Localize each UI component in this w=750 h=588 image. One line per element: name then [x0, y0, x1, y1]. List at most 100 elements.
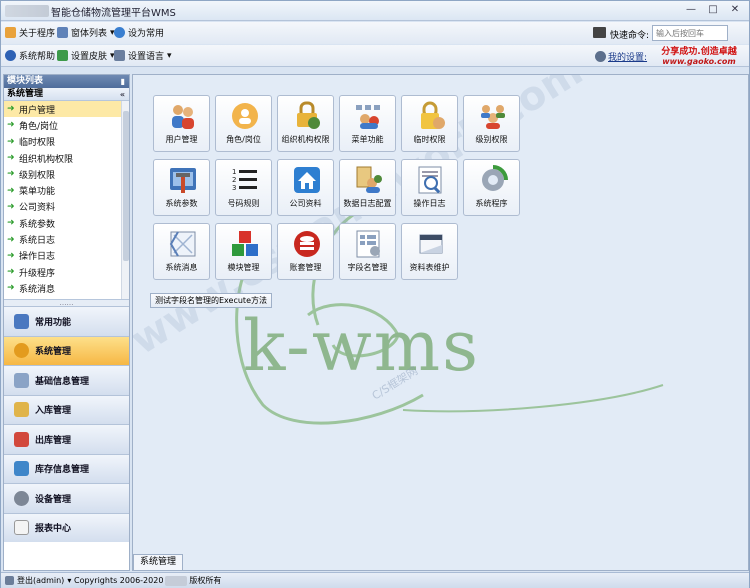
- modules-icon: [232, 231, 258, 256]
- tile-modules[interactable]: 模块管理: [215, 223, 272, 280]
- tile-parameters[interactable]: 系统参数: [153, 159, 210, 216]
- chevron-down-icon: ▾: [67, 576, 72, 585]
- test-execute-button[interactable]: 测试字段名管理的Execute方法: [150, 293, 272, 308]
- quick-command-input[interactable]: [652, 25, 728, 41]
- copyright-text: Copyrights 2006-2020 版权所有: [74, 575, 222, 586]
- tile-account-sets[interactable]: 账套管理: [277, 223, 334, 280]
- tree-item-operation-log[interactable]: ➜ 操作日志: [4, 248, 129, 264]
- refresh-icon: [114, 27, 125, 38]
- collapse-icon[interactable]: «: [120, 88, 125, 101]
- svg-text:1: 1: [232, 168, 236, 176]
- tree-item-menu[interactable]: ➜ 菜单功能: [4, 182, 129, 198]
- nav-basic-info[interactable]: 基础信息管理: [4, 365, 129, 395]
- pin-icon[interactable]: ▮: [121, 75, 125, 88]
- bar-chart-icon: [14, 461, 29, 477]
- outbound-icon: [14, 431, 29, 447]
- arrow-right-icon: ➜: [7, 218, 15, 229]
- tile-system-program[interactable]: 系统程序: [463, 159, 520, 216]
- app-logo: [5, 5, 49, 17]
- tree-item-parameters[interactable]: ➜ 系统参数: [4, 215, 129, 231]
- main-toolbar: 关于程序 窗体列表 ▾ 设为常用 快速命令:: [1, 22, 749, 44]
- quick-command-label: 快速命令:: [610, 31, 650, 41]
- secondary-toolbar: 系统帮助 设置皮肤 ▾ 设置语言 ▾ 我的设置: 分享成功.创造卓越 www.g…: [1, 45, 749, 67]
- tree-item-users[interactable]: ➜ 用户管理: [4, 101, 129, 118]
- window-list-button[interactable]: 窗体列表 ▾: [57, 26, 115, 39]
- brand-slogan: 分享成功.创造卓越 www.gaoko.com: [661, 47, 737, 66]
- tile-data-log-config[interactable]: 数据日志配置: [339, 159, 396, 216]
- table-maintain-icon: [419, 234, 443, 254]
- tree-item-org-permission[interactable]: ➜ 组织机构权限: [4, 150, 129, 166]
- close-button[interactable]: ✕: [727, 4, 743, 17]
- home-icon: [294, 167, 320, 193]
- nav-common-functions[interactable]: 常用功能: [4, 306, 129, 336]
- app-window: 智能仓储物流管理平台WMS — □ ✕ 关于程序 窗体列表 ▾ 设为常用 快速命…: [0, 0, 750, 588]
- help-button[interactable]: 系统帮助: [5, 49, 55, 62]
- about-button[interactable]: 关于程序: [5, 26, 55, 39]
- tree-scrollbar[interactable]: [121, 101, 129, 299]
- maximize-button[interactable]: □: [705, 4, 721, 17]
- minimize-button[interactable]: —: [683, 4, 699, 17]
- nav-outbound[interactable]: 出库管理: [4, 424, 129, 454]
- tile-company[interactable]: 公司资料: [277, 159, 334, 216]
- tree-item-upgrade[interactable]: ➜ 升级程序: [4, 264, 129, 280]
- menu-icon: [356, 105, 380, 129]
- arrow-right-icon: ➜: [7, 250, 15, 261]
- arrow-right-icon: ➜: [7, 267, 15, 278]
- title-bar: 智能仓储物流管理平台WMS — □ ✕: [1, 1, 749, 21]
- nav-report-center[interactable]: 报表中心: [4, 512, 129, 542]
- chevron-down-icon: ▾: [167, 50, 172, 61]
- arrow-right-icon: ➜: [7, 201, 15, 212]
- splitter-grip[interactable]: ……: [4, 299, 129, 307]
- tile-level-permission[interactable]: 级别权限: [463, 95, 520, 152]
- tree-item-roles[interactable]: ➜ 角色/岗位: [4, 117, 129, 133]
- scroll-thumb[interactable]: [123, 111, 129, 261]
- window-icon: [57, 27, 68, 38]
- arrow-right-icon: ➜: [7, 234, 15, 245]
- language-button[interactable]: 设置语言 ▾: [114, 49, 172, 62]
- command-icon: [593, 27, 606, 38]
- data-log-icon: [356, 166, 382, 193]
- tile-number-rules[interactable]: 1 2 3 号码规则: [215, 159, 272, 216]
- tile-temp-permission[interactable]: 临时权限: [401, 95, 458, 152]
- arrow-right-icon: ➜: [7, 120, 15, 131]
- user-role-icon: [232, 103, 258, 129]
- tree-item-company[interactable]: ➜ 公司资料: [4, 199, 129, 215]
- my-settings-link[interactable]: 我的设置:: [608, 50, 647, 63]
- users-icon: [172, 105, 194, 129]
- document-icon: [14, 520, 29, 536]
- tile-roles[interactable]: 角色/岗位: [215, 95, 272, 152]
- nav-inbound[interactable]: 入库管理: [4, 394, 129, 424]
- numbered-list-icon: 1 2 3: [232, 168, 257, 192]
- tile-operation-log[interactable]: 操作日志: [401, 159, 458, 216]
- tree-item-messages[interactable]: ➜ 系统消息: [4, 280, 129, 296]
- tile-users[interactable]: 用户管理: [153, 95, 210, 152]
- gear-icon: [14, 343, 29, 359]
- search-icon: [14, 372, 29, 388]
- tile-table-maintenance[interactable]: 资料表维护: [401, 223, 458, 280]
- tile-menu[interactable]: 菜单功能: [339, 95, 396, 152]
- section-header[interactable]: 系统管理 «: [4, 88, 129, 101]
- tile-field-names[interactable]: 字段名管理: [339, 223, 396, 280]
- tree-item-temp-permission[interactable]: ➜ 临时权限: [4, 134, 129, 150]
- tree-item-system-log[interactable]: ➜ 系统日志: [4, 231, 129, 247]
- settings-icon: [595, 51, 606, 62]
- database-icon: [294, 231, 320, 257]
- arrow-right-icon: ➜: [7, 104, 15, 115]
- tools-icon: [170, 168, 196, 193]
- tree-item-level-permission[interactable]: ➜ 级别权限: [4, 166, 129, 182]
- logout-button[interactable]: 登出(admin) ▾: [5, 573, 71, 588]
- level-permission-icon: [481, 105, 505, 129]
- arrow-right-icon: ➜: [7, 153, 15, 164]
- tab-system-management[interactable]: 系统管理: [133, 554, 184, 570]
- module-list-header: 模块列表 ▮: [4, 75, 129, 88]
- tile-system-messages[interactable]: 系统消息: [153, 223, 210, 280]
- skin-button[interactable]: 设置皮肤 ▾: [57, 49, 115, 62]
- set-favorite-button[interactable]: 设为常用: [114, 26, 164, 39]
- nav-equipment[interactable]: 设备管理: [4, 483, 129, 513]
- nav-inventory[interactable]: 库存信息管理: [4, 453, 129, 483]
- star-icon: [14, 313, 29, 329]
- sidebar: 模块列表 ▮ 系统管理 « ➜ 用户管理 ➜ 角色/岗位 ➜ 临时权限 ➜ 组织机构权限…: [3, 74, 130, 571]
- nav-system-management[interactable]: 系统管理: [4, 335, 129, 365]
- tile-org-permission[interactable]: 组织机构权限: [277, 95, 334, 152]
- svg-text:3: 3: [232, 184, 236, 192]
